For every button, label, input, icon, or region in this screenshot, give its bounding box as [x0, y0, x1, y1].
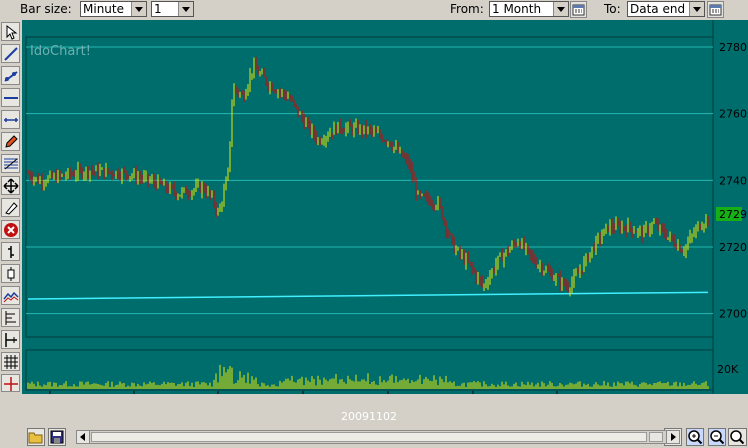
- crosshair-button[interactable]: [1, 374, 20, 392]
- ray-tool-button[interactable]: [1, 66, 20, 85]
- from-value: 1 Month: [492, 2, 542, 16]
- volume-axis-label: 20K: [717, 363, 739, 376]
- price-chart[interactable]: 27802760274027202700 14:0015:0016:0017:0…: [22, 20, 748, 409]
- eraser-tool-button[interactable]: [1, 198, 20, 217]
- scroll-grip-icon[interactable]: [649, 432, 663, 442]
- horizontal-scrollbar[interactable]: [76, 430, 680, 444]
- chart-canvas[interactable]: 27802760274027202700 14:0015:0016:0017:0…: [22, 20, 748, 409]
- to-value: Data end: [630, 2, 686, 16]
- y-tick-label: 2760: [719, 108, 747, 121]
- from-calendar-button[interactable]: [570, 1, 587, 18]
- zoom-in-button[interactable]: [686, 428, 704, 446]
- ohlc-bar-icon: [8, 246, 14, 258]
- fibonacci-lines-icon: [4, 158, 18, 170]
- pencil-icon: [5, 135, 18, 148]
- current-price-label: 2729: [719, 208, 747, 221]
- grid-icon: [4, 355, 18, 369]
- calendar-icon: [709, 4, 722, 16]
- delete-icon: [4, 223, 18, 237]
- line-tool-button[interactable]: [1, 44, 20, 63]
- chevron-down-icon: [131, 2, 146, 16]
- calendar-icon: [572, 4, 585, 16]
- pointer-tool-button[interactable]: [1, 22, 20, 41]
- crosshair-icon: [4, 377, 18, 391]
- candle-chart-style-button[interactable]: [1, 264, 20, 283]
- open-button[interactable]: [27, 428, 45, 446]
- move-tool-button[interactable]: [1, 176, 20, 195]
- date-label: 20091102: [341, 410, 397, 423]
- chart-background: [22, 20, 748, 394]
- save-icon: [50, 430, 64, 444]
- zoom-in-icon: [688, 430, 703, 445]
- y-tick-label: 2780: [719, 41, 747, 54]
- chevron-down-icon: [689, 2, 704, 16]
- y-tick-label: 2740: [719, 174, 747, 187]
- to-label: To:: [604, 2, 621, 16]
- chevron-down-icon: [178, 2, 193, 16]
- level-button[interactable]: [1, 330, 20, 349]
- y-tick-label: 2700: [719, 308, 747, 321]
- zoom-reset-icon: [730, 430, 745, 445]
- top-toolbar: Bar size: Minute 1 From: 1 Month To: Dat…: [0, 0, 748, 20]
- open-folder-icon: [28, 432, 43, 444]
- from-select[interactable]: 1 Month: [489, 1, 569, 17]
- scroll-left-icon[interactable]: [77, 431, 90, 443]
- indicator-icon: [5, 311, 16, 325]
- to-select[interactable]: Data end: [627, 1, 705, 17]
- delete-tool-button[interactable]: [1, 220, 20, 239]
- scroll-right-icon[interactable]: [666, 431, 679, 443]
- from-label: From:: [450, 2, 484, 16]
- zoom-out-icon: [710, 430, 725, 445]
- candlestick-icon: [7, 267, 15, 281]
- bar-size-label: Bar size:: [20, 2, 72, 16]
- chevron-down-icon: [553, 2, 568, 16]
- trend-line-icon: [4, 47, 18, 61]
- indicator-button[interactable]: [1, 308, 20, 327]
- horizontal-line-tool-button[interactable]: [1, 88, 20, 107]
- move-arrows-icon: [3, 178, 19, 194]
- bar-size-unit-value: Minute: [83, 2, 124, 16]
- arrow-cursor-icon: [6, 24, 18, 40]
- chart-watermark: IdoChart!: [30, 44, 91, 59]
- fibonacci-tool-button[interactable]: [1, 154, 20, 173]
- eraser-icon: [5, 202, 18, 215]
- scroll-thumb[interactable]: [91, 432, 647, 442]
- horizontal-line-icon: [4, 97, 18, 99]
- ray-line-icon: [4, 71, 18, 82]
- bar-size-unit-select[interactable]: Minute: [80, 1, 147, 17]
- pencil-tool-button[interactable]: [1, 132, 20, 151]
- zoom-out-button[interactable]: [708, 428, 726, 446]
- measure-tool-button[interactable]: [1, 110, 20, 129]
- grid-button[interactable]: [1, 352, 20, 371]
- save-button[interactable]: [48, 428, 66, 446]
- reset-zoom-button[interactable]: [728, 428, 747, 446]
- line-chart-style-button[interactable]: [1, 286, 20, 305]
- y-tick-label: 2720: [719, 241, 747, 254]
- measure-icon: [4, 118, 18, 122]
- level-icon: [5, 333, 17, 347]
- bar-size-value: 1: [154, 2, 162, 16]
- to-calendar-button[interactable]: [707, 1, 724, 18]
- drawing-tools: [0, 20, 22, 394]
- bar-chart-style-button[interactable]: [1, 242, 20, 261]
- bar-size-value-select[interactable]: 1: [151, 1, 194, 17]
- line-chart-icon: [3, 291, 19, 303]
